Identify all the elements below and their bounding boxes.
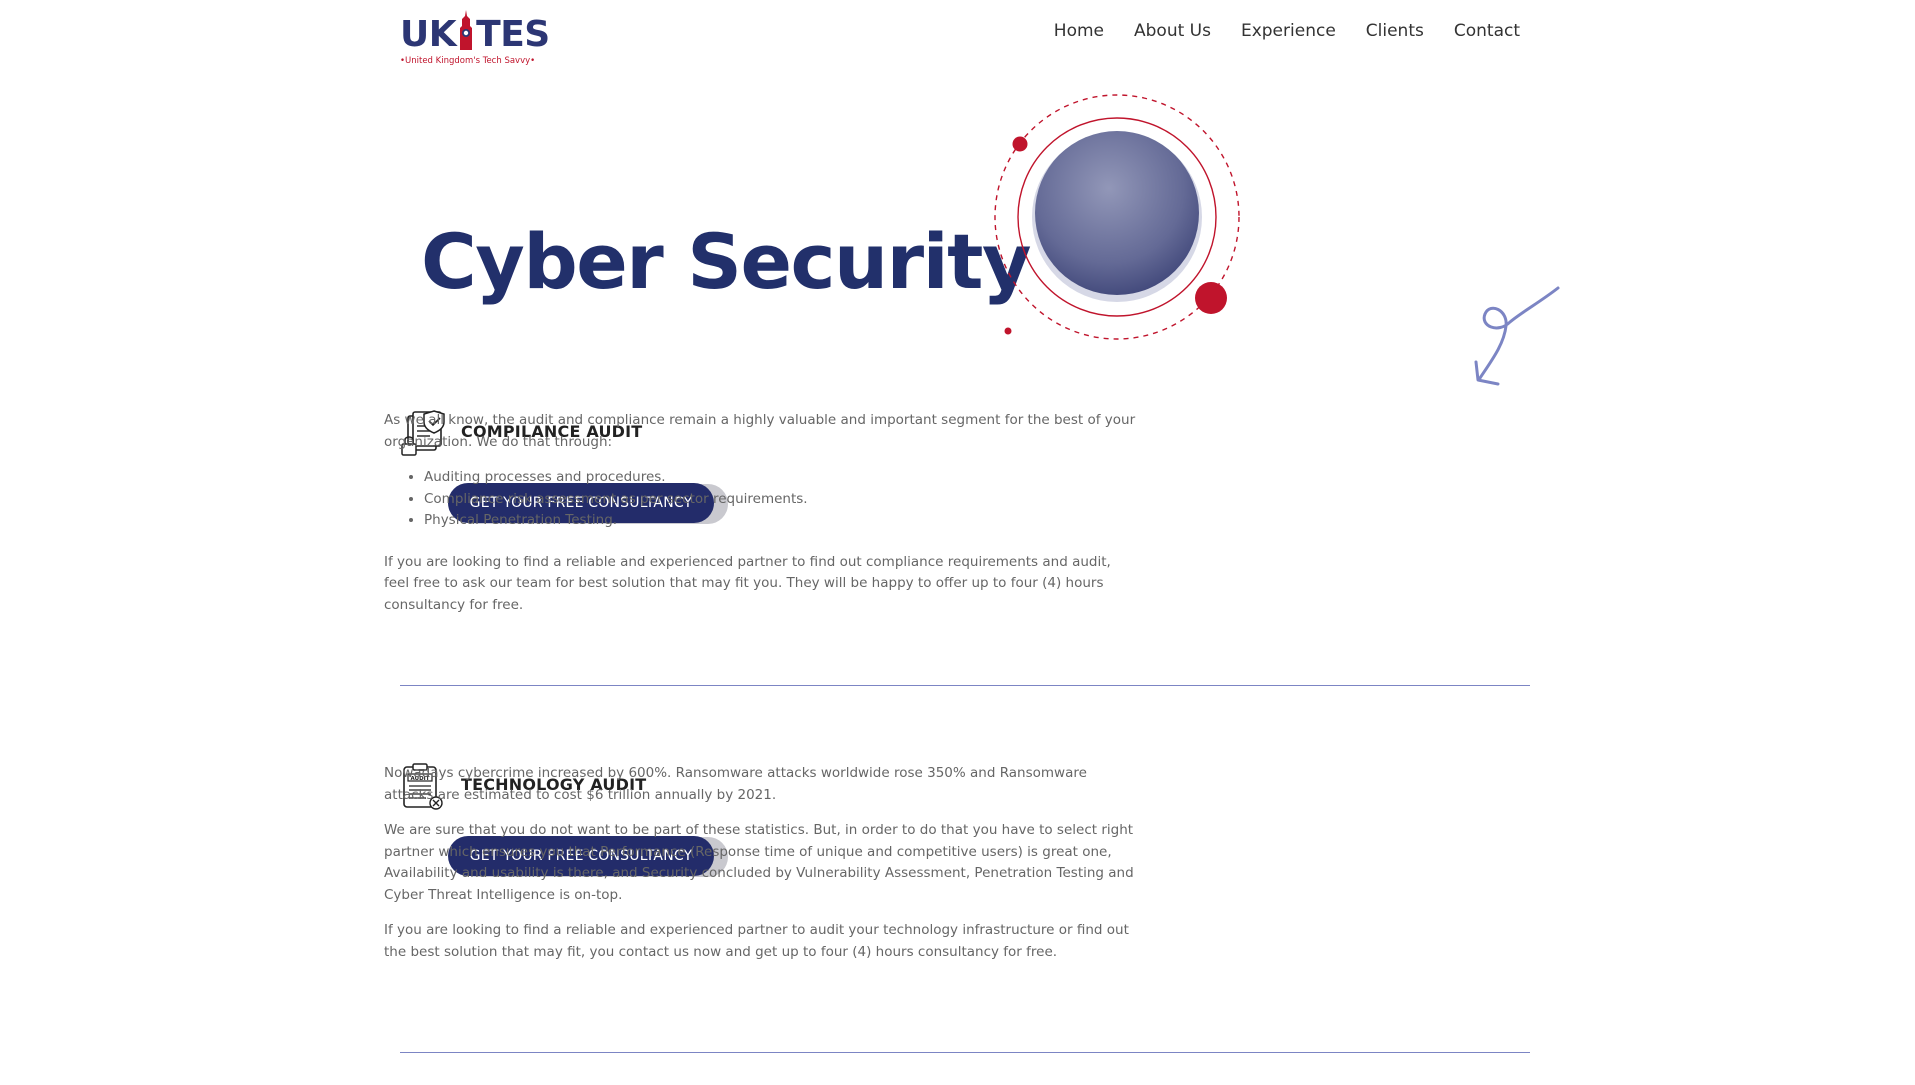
contact-paragraph: If you are looking to find a reliable an… [384,922,1129,960]
list-item: Physical Penetration Testing. [424,510,1136,532]
list-item: Compliance risk assessment as per sector… [424,489,1136,511]
list-item: Auditing processes and procedures. [424,467,1136,489]
compliance-audit-description: As we all know, the audit and compliance… [384,410,1136,630]
stats-paragraph: Nowadays cybercrime increased by 600%. R… [384,765,1087,803]
nav-experience[interactable]: Experience [1241,18,1336,44]
main-nav: Home About Us Experience Clients Contact [1054,18,1520,44]
outro-paragraph: If you are looking to find a reliable an… [384,553,1111,613]
bullet-list: Auditing processes and procedures. Compl… [384,467,1136,532]
big-ben-icon [460,10,473,50]
technology-audit-description: Nowadays cybercrime increased by 600%. R… [384,763,1136,977]
site-logo[interactable]: UK TES •United Kingdom's Tech Savvy• [400,10,550,66]
logo-text-right: TES [476,14,550,55]
hero-orbit-graphic [994,94,1240,340]
logo-tagline: •United Kingdom's Tech Savvy• [400,56,536,66]
nav-clients[interactable]: Clients [1366,18,1424,44]
partner-paragraph: We are sure that you do not want to be p… [384,822,1134,903]
nav-about-us[interactable]: About Us [1134,18,1211,44]
section-divider [400,685,1530,686]
logo-wordmark: UK TES [400,10,550,58]
page-title: Cyber Security [421,217,1032,306]
intro-paragraph: As we all know, the audit and compliance… [384,412,1136,450]
nav-home[interactable]: Home [1054,18,1104,44]
logo-text-left: UK [400,14,457,55]
nav-contact[interactable]: Contact [1454,18,1520,44]
section-divider [400,1052,1530,1053]
curly-arrow-icon [1474,286,1560,386]
